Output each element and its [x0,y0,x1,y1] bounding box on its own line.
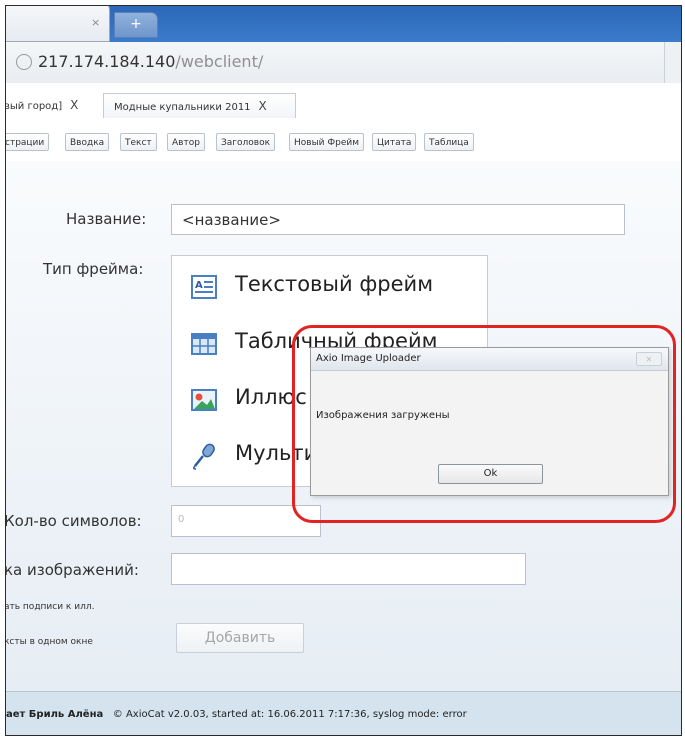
address-bar[interactable]: 217.174.184.140/webclient/ [6,42,681,84]
close-icon[interactable]: X [259,99,267,113]
document-tabs: вый город] X Модные купальники 2011 X [6,83,681,128]
name-label: Название: [66,210,147,228]
toolbar-author-button[interactable]: Автор [167,133,205,151]
name-input[interactable]: <название> [171,204,625,235]
add-button[interactable]: Добавить [176,623,304,653]
editor-toolbar: страции Вводка Текст Автор Заголовок Нов… [6,127,681,162]
new-tab-button[interactable]: + [114,12,158,38]
url-path: /webclient/ [175,52,264,71]
doc-tab-label: вый город] [5,101,63,112]
one-window-label: ксты в одном окне [5,637,93,647]
svg-text:A: A [195,280,203,291]
toolbar-lead-button[interactable]: Вводка [65,133,110,151]
tab-close-icon[interactable]: × [91,16,100,29]
toolbar-quote-button[interactable]: Цитата [372,133,417,151]
browser-tab[interactable]: × [6,6,110,42]
toolbar-illustrations-button[interactable]: страции [6,133,50,151]
text-frame-icon: A [191,275,217,299]
frame-type-text[interactable]: A Текстовый фрейм [172,259,489,317]
status-bar: ает Бриль Алёна © AxioCat v2.0.03, start… [6,691,681,735]
toolbar-heading-button[interactable]: Заголовок [216,133,276,151]
doc-tab-city[interactable]: вый город] X [5,93,84,118]
frame-type-label: Текстовый фрейм [235,272,434,296]
table-frame-icon [191,333,217,355]
status-user: ает Бриль Алёна [6,709,104,720]
status-text: ает Бриль Алёна © AxioCat v2.0.03, start… [6,709,467,720]
url-host: 217.174.184.140 [38,52,176,71]
url-text[interactable]: 217.174.184.140/webclient/ [38,52,263,71]
browser-window: × + 217.174.184.140/webclient/ вый город… [5,5,682,736]
frame-type-label: Тип фрейма: [43,260,144,278]
image-frame-icon [191,389,217,411]
images-label: ка изображений: [5,561,139,579]
address-bar-edge [664,42,681,83]
toolbar-table-button[interactable]: Таблица [424,133,474,151]
doc-tab-label: Модные купальники 2011 [114,102,251,113]
globe-icon [16,54,32,70]
close-icon[interactable]: X [70,98,78,112]
captions-label: ать подписи к илл. [5,602,95,612]
chars-count-label: Кол-во символов: [5,512,142,530]
browser-tab-strip: × + [6,6,681,42]
images-select[interactable] [171,553,526,585]
toolbar-text-button[interactable]: Текст [120,133,157,151]
status-info: © AxioCat v2.0.03, started at: 16.06.201… [112,709,467,720]
red-highlight-outline [292,325,676,523]
toolbar-new-frame-button[interactable]: Новый Фрейм [289,133,365,151]
microphone-icon [192,443,215,470]
doc-tab-swimwear[interactable]: Модные купальники 2011 X [103,93,296,118]
